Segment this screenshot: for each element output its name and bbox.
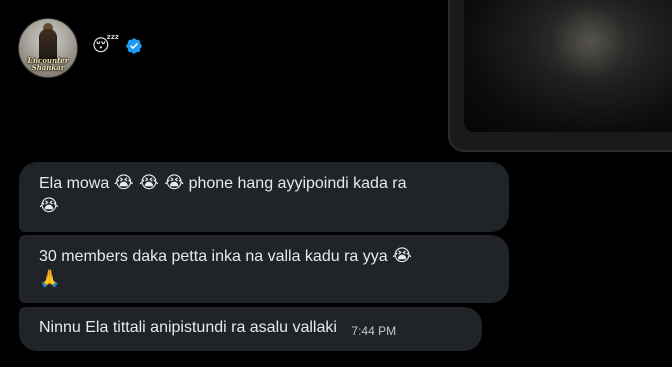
message-bubble[interactable]: 30 members daka petta inka na valla kadu… <box>19 235 509 303</box>
sleeping-face-emoji: 😴 <box>92 36 120 56</box>
media-glow <box>534 2 644 82</box>
message-timestamp: 7:44 PM <box>351 324 397 338</box>
message-bubble[interactable]: Ela mowa 😭 😭 😭 phone hang ayyipoindi kad… <box>19 162 509 232</box>
shared-media-thumbnail[interactable] <box>448 0 672 152</box>
dm-conversation: Encounter Shankar 😴 Ela mowa 😭 😭 😭 phone… <box>0 0 672 367</box>
message-bubble[interactable]: Ninnu Ela tittali anipistundi ra asalu v… <box>19 307 482 351</box>
avatar-caption: Encounter Shankar <box>19 57 77 71</box>
crying-emoji: 😭 😭 😭 <box>113 173 185 193</box>
profile-name-row: 😴 <box>92 36 143 56</box>
message-text: Ela mowa <box>39 175 110 192</box>
crying-emoji: 😭 <box>392 246 412 266</box>
folded-hands-emoji: 🙏 <box>39 269 61 289</box>
message-text: 30 members daka petta inka na valla kadu… <box>39 248 388 265</box>
avatar-caption-line2: Shankar <box>31 63 65 72</box>
message-text: phone hang ayyipoindi kada ra <box>188 175 407 192</box>
crying-emoji: 😭 <box>39 196 59 216</box>
verified-badge-icon <box>126 38 142 54</box>
avatar[interactable]: Encounter Shankar <box>18 18 78 78</box>
message-text: Ninnu Ela tittali anipistundi ra asalu v… <box>39 319 337 336</box>
media-image <box>464 0 672 132</box>
